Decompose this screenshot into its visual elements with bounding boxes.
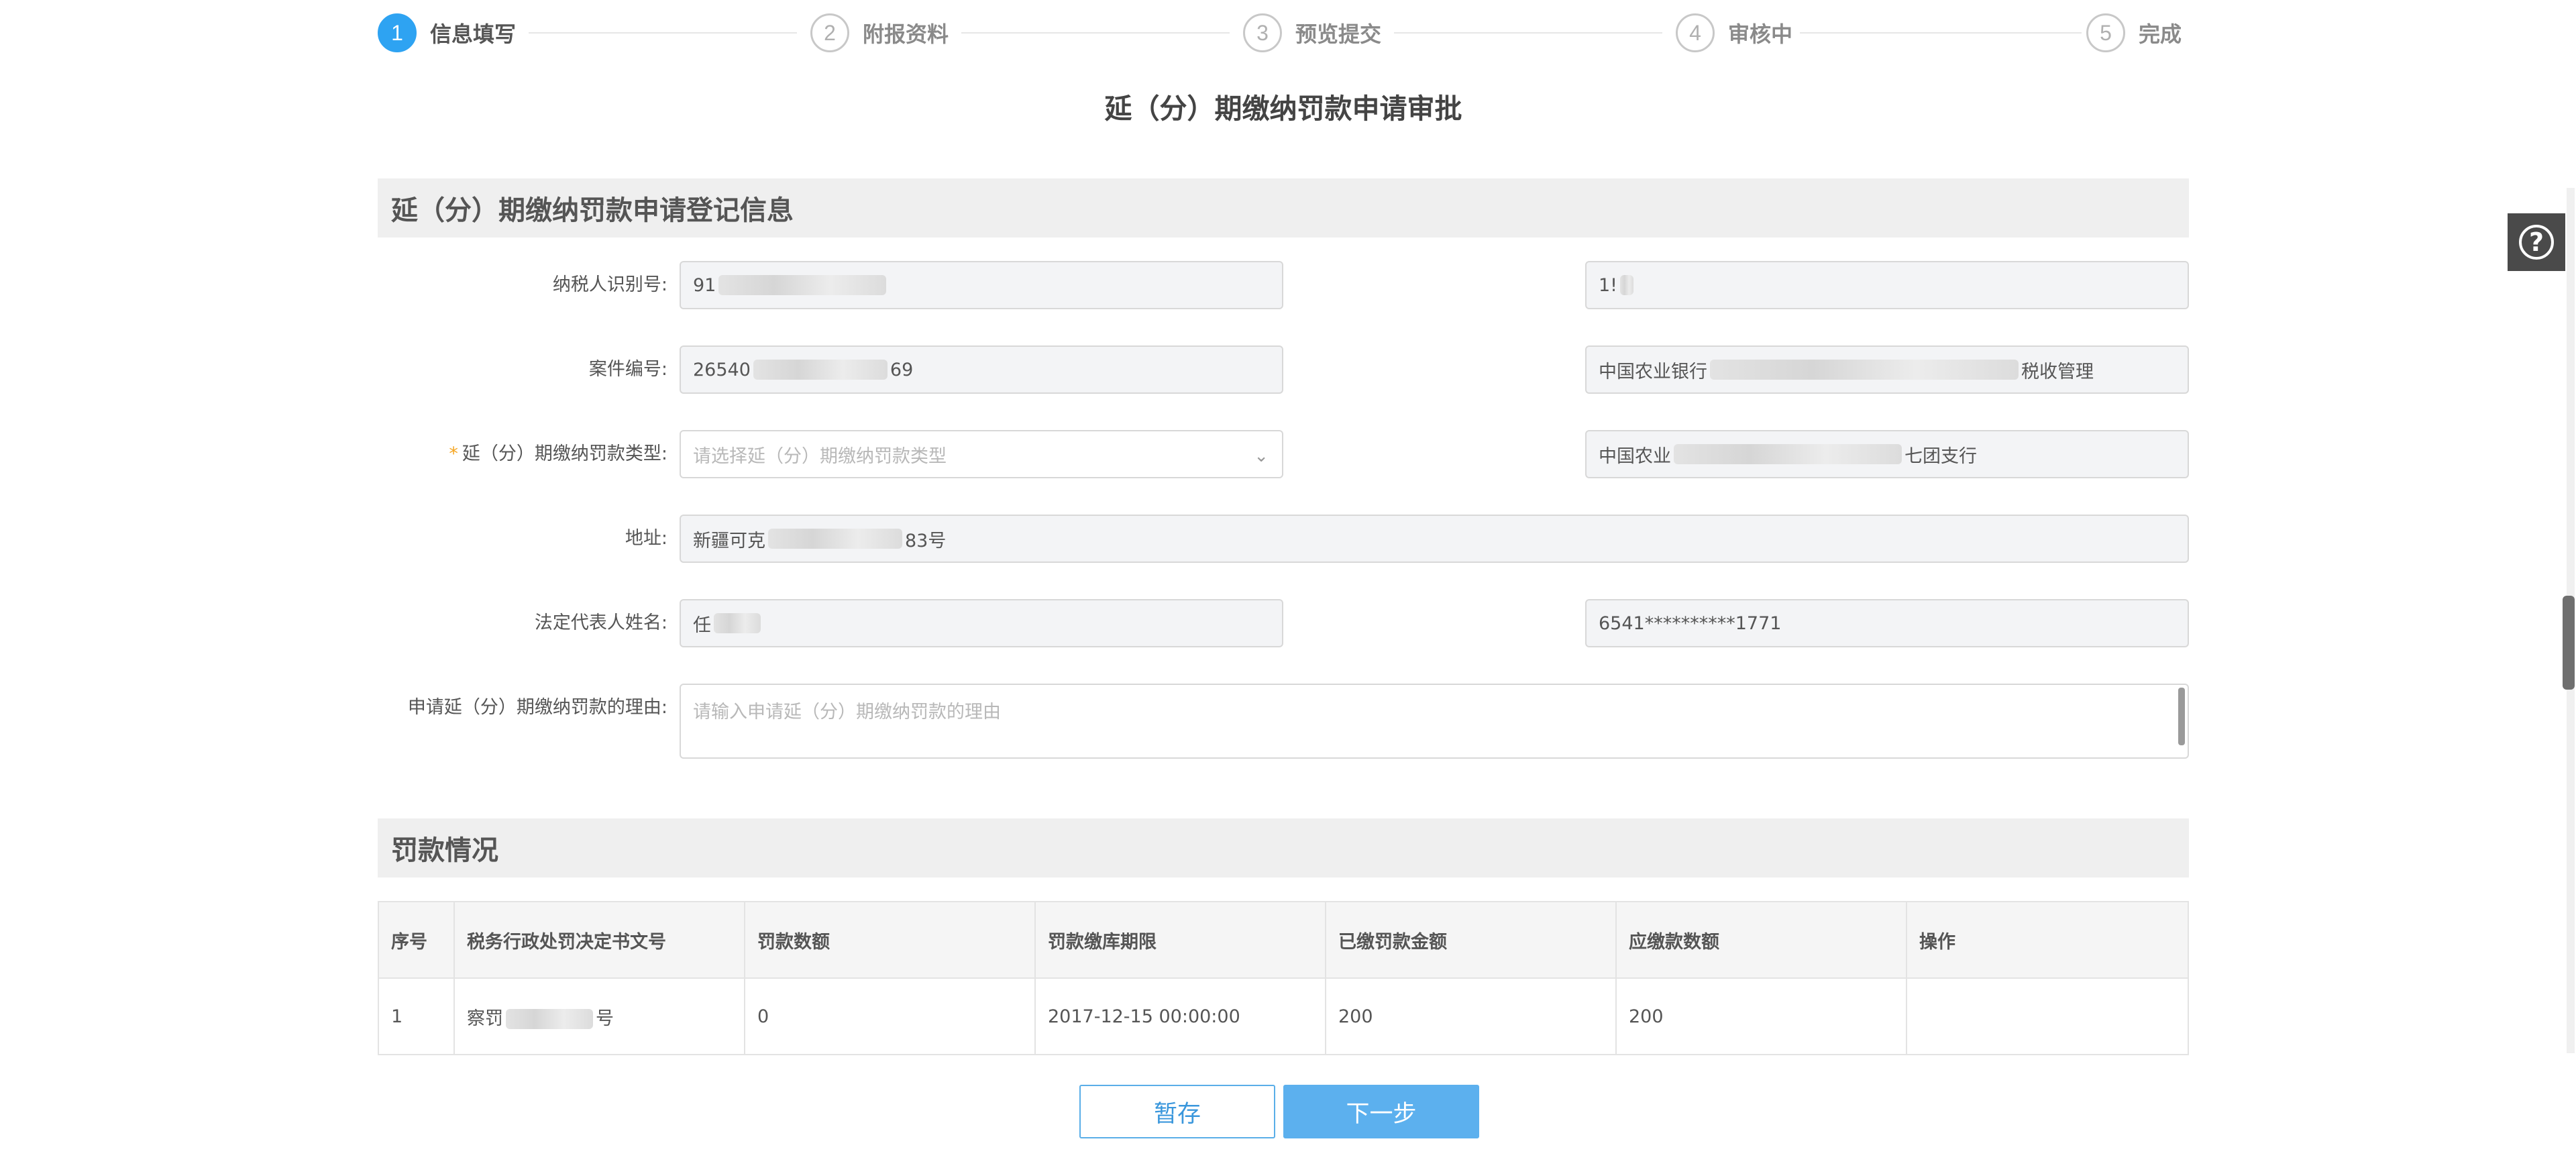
- penalty-type-label: * 延（分）期缴纳罚款类型:: [378, 430, 667, 478]
- field-value-suffix: 83号: [905, 530, 947, 551]
- legal-rep-label: 法定代表人姓名:: [534, 612, 667, 633]
- col-header: 罚款数额: [744, 901, 1036, 979]
- step-label: 审核中: [1728, 21, 1793, 47]
- cell-op: [1906, 977, 2189, 1055]
- textarea-scrollbar[interactable]: [2178, 688, 2185, 745]
- field-value: 26540: [693, 359, 751, 380]
- step-label: 预览提交: [1295, 21, 1382, 47]
- save-draft-button[interactable]: 暂存: [1079, 1085, 1275, 1138]
- taxpayer-name-field[interactable]: 中国农业 七团支行: [1585, 430, 2189, 478]
- select-placeholder: 请选择延（分）期缴纳罚款类型: [693, 445, 947, 467]
- field-value: 中国农业: [1599, 445, 1671, 467]
- step-label: 完成: [2139, 21, 2182, 47]
- reason-label: 申请延（分）期缴纳罚款的理由:: [407, 697, 667, 718]
- field-value: 1!: [1599, 274, 1618, 296]
- resident-id-field[interactable]: 6541**********1771: [1585, 599, 2189, 647]
- col-header: 税务行政处罚决定书文号: [453, 901, 745, 979]
- step-divider: [1394, 32, 1662, 34]
- step-number: 2: [810, 13, 849, 52]
- redacted-block: [718, 275, 887, 295]
- redacted-block: [506, 1009, 593, 1029]
- cell-doc-suffix: 号: [596, 1008, 614, 1029]
- step-divider: [961, 32, 1230, 34]
- step-divider: [529, 32, 797, 34]
- redacted-block: [1710, 360, 2019, 380]
- field-value-suffix: 七团支行: [1904, 445, 1977, 467]
- step-number: 3: [1243, 13, 1282, 52]
- step-1: 1 信息填写: [378, 13, 516, 52]
- redacted-block: [753, 360, 888, 380]
- taxpayer-id-field[interactable]: 91: [680, 261, 1283, 309]
- cell-doc-prefix: 察罚: [467, 1008, 503, 1029]
- taxpayer-id-label: 纳税人识别号:: [552, 274, 667, 295]
- field-value-suffix: 69: [890, 359, 914, 380]
- field-value: 任: [693, 614, 711, 636]
- case-no-field[interactable]: 26540 69: [680, 345, 1283, 394]
- help-icon: ?: [2519, 225, 2554, 260]
- field-value: 新疆可克: [693, 530, 765, 551]
- penalty-type-select[interactable]: 请选择延（分）期缴纳罚款类型 ⌄: [680, 430, 1283, 478]
- step-2: 2 附报资料: [810, 13, 949, 52]
- address-field[interactable]: 新疆可克 83号: [680, 515, 2189, 563]
- doc-no-field[interactable]: 1!: [1585, 261, 2189, 309]
- case-no-label: 案件编号:: [588, 359, 667, 380]
- cell-seq: 1: [378, 977, 455, 1055]
- step-4: 4 审核中: [1676, 13, 1792, 52]
- step-divider: [1800, 32, 2082, 34]
- col-header: 序号: [378, 901, 455, 979]
- required-mark: *: [449, 443, 458, 464]
- col-header: 操作: [1906, 901, 2189, 979]
- cell-due: 200: [1615, 977, 1907, 1055]
- col-header: 应缴款数额: [1615, 901, 1907, 979]
- case-name-field[interactable]: 中国农业银行 税收管理: [1585, 345, 2189, 394]
- reason-textarea[interactable]: 请输入申请延（分）期缴纳罚款的理由: [680, 684, 2189, 759]
- textarea-placeholder: 请输入申请延（分）期缴纳罚款的理由: [693, 702, 1001, 723]
- redacted-block: [714, 613, 761, 633]
- cell-deadline: 2017-12-15 00:00:00: [1034, 977, 1326, 1055]
- chevron-down-icon: ⌄: [1254, 446, 1269, 466]
- cell-amount: 0: [744, 977, 1036, 1055]
- progress-steps: 1 信息填写 2 附报资料 3 预览提交 4 审核中 5 完成: [378, 8, 2189, 58]
- step-3: 3 预览提交: [1243, 13, 1381, 52]
- penalty-type-label-text: 延（分）期缴纳罚款类型:: [462, 443, 667, 464]
- redacted-block: [768, 529, 902, 549]
- step-5: 5 完成: [2086, 13, 2182, 52]
- help-button[interactable]: ?: [2508, 213, 2565, 271]
- fines-table: 序号 税务行政处罚决定书文号 罚款数额 罚款缴库期限 已缴罚款金额 应缴款数额 …: [378, 901, 2189, 1055]
- col-header: 已缴罚款金额: [1325, 901, 1617, 979]
- address-label: 地址:: [625, 528, 667, 549]
- next-step-button[interactable]: 下一步: [1283, 1085, 1479, 1138]
- col-header: 罚款缴库期限: [1034, 901, 1326, 979]
- redacted-block: [1674, 444, 1902, 464]
- field-value-suffix: 税收管理: [2021, 361, 2094, 382]
- step-number: 1: [378, 13, 417, 52]
- section-header-fines: 罚款情况: [378, 818, 2189, 877]
- redacted-block: [1620, 275, 1634, 295]
- legal-rep-field[interactable]: 任: [680, 599, 1283, 647]
- step-number: 4: [1676, 13, 1715, 52]
- field-value: 91: [693, 274, 716, 296]
- cell-doc-no: 察罚 号: [453, 977, 745, 1055]
- step-label: 附报资料: [863, 21, 949, 47]
- step-number: 5: [2086, 13, 2125, 52]
- page-scrollbar-thumb[interactable]: [2563, 596, 2575, 690]
- field-value: 中国农业银行: [1599, 361, 1707, 382]
- step-label: 信息填写: [430, 21, 517, 47]
- page-title: 延（分）期缴纳罚款申请审批: [1104, 93, 1462, 125]
- table-row: 1 察罚 号 0 2017-12-15 00:00:00 200 200: [378, 977, 2189, 1055]
- table-header-row: 序号 税务行政处罚决定书文号 罚款数额 罚款缴库期限 已缴罚款金额 应缴款数额 …: [378, 901, 2189, 979]
- section-header-registration: 延（分）期缴纳罚款申请登记信息: [378, 178, 2189, 237]
- cell-paid: 200: [1325, 977, 1617, 1055]
